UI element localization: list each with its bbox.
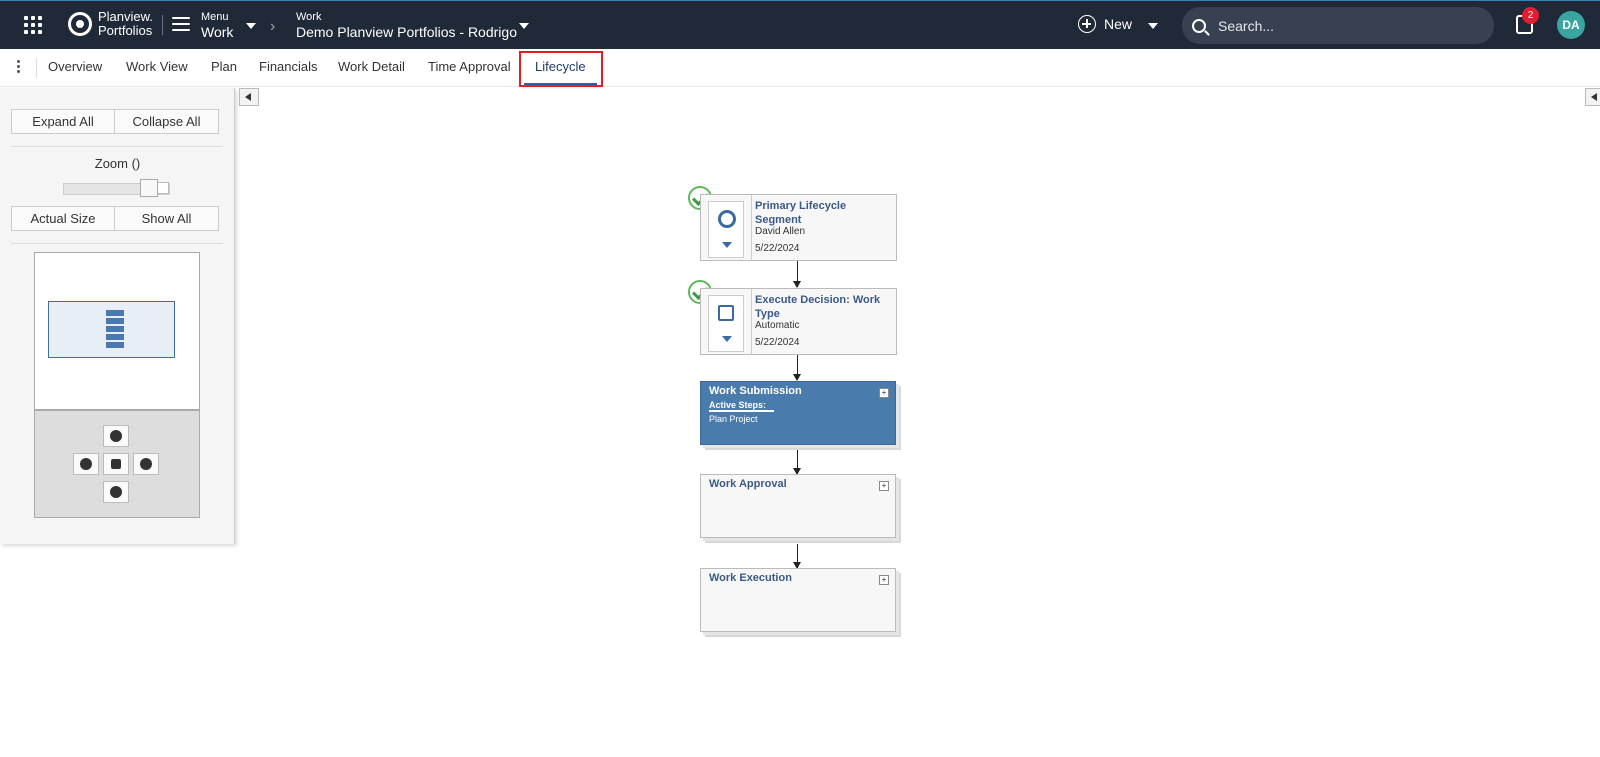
flow-arrow bbox=[793, 544, 801, 569]
phase-title: Work Execution bbox=[709, 572, 792, 584]
user-avatar[interactable]: DA bbox=[1557, 11, 1585, 39]
pan-down-button[interactable] bbox=[103, 481, 129, 503]
arrow-down-icon bbox=[110, 486, 122, 498]
overview-node bbox=[106, 326, 124, 332]
step-person: Automatic bbox=[755, 320, 800, 331]
step-title: Execute Decision: Work Type bbox=[755, 294, 881, 320]
menu-icon[interactable] bbox=[172, 17, 190, 33]
menu-big-label: Work bbox=[201, 24, 234, 40]
pan-home-button[interactable] bbox=[103, 453, 129, 475]
arrow-left-icon bbox=[80, 458, 92, 470]
active-steps-label: Active Steps: bbox=[709, 400, 774, 412]
work-small-label: Work bbox=[296, 11, 322, 23]
chevron-down-icon[interactable] bbox=[722, 242, 732, 248]
pan-navigation-pad bbox=[34, 410, 200, 518]
node-divider bbox=[751, 195, 752, 261]
tab-divider bbox=[36, 58, 37, 78]
collapse-all-button[interactable]: Collapse All bbox=[114, 109, 219, 134]
search-box[interactable] bbox=[1182, 7, 1494, 44]
overview-node bbox=[106, 310, 124, 316]
overview-node bbox=[106, 334, 124, 340]
app-launcher-grid-icon[interactable] bbox=[24, 16, 42, 34]
tab-financials[interactable]: Financials bbox=[259, 59, 318, 74]
tab-plan[interactable]: Plan bbox=[211, 59, 237, 74]
new-chevron-down-icon[interactable] bbox=[1148, 23, 1158, 29]
phase-work-submission[interactable]: Work Submission + Active Steps: Plan Pro… bbox=[700, 381, 896, 445]
logo-text: Planview. Portfolios bbox=[98, 10, 153, 38]
menu-chevron-down-icon[interactable] bbox=[246, 23, 256, 29]
pan-right-button[interactable] bbox=[133, 453, 159, 475]
overview-viewport-frame[interactable] bbox=[48, 301, 175, 358]
tab-overview[interactable]: Overview bbox=[48, 59, 102, 74]
work-chevron-down-icon[interactable] bbox=[519, 23, 529, 29]
new-button[interactable]: New bbox=[1078, 15, 1132, 33]
new-button-label: New bbox=[1104, 16, 1133, 32]
notification-badge: 2 bbox=[1522, 7, 1539, 24]
logo-divider bbox=[162, 15, 163, 35]
menu-small-label: Menu bbox=[201, 11, 229, 23]
overview-node bbox=[106, 318, 124, 324]
flow-arrow bbox=[793, 261, 801, 288]
phase-work-execution[interactable]: Work Execution + bbox=[700, 568, 896, 632]
work-breadcrumb[interactable]: Work Demo Planview Portfolios - Rodrigo bbox=[296, 11, 517, 41]
step-title: Primary Lifecycle Segment bbox=[755, 200, 847, 226]
step-icon-box[interactable] bbox=[708, 201, 744, 258]
lifecycle-step-primary-segment[interactable]: Primary Lifecycle Segment David Allen 5/… bbox=[700, 194, 897, 261]
collapse-left-panel-button[interactable] bbox=[239, 88, 259, 106]
breadcrumb-chevron-right-icon: › bbox=[270, 18, 276, 35]
planview-logo[interactable]: Planview. Portfolios bbox=[68, 10, 153, 38]
work-title: Demo Planview Portfolios - Rodrigo bbox=[296, 24, 517, 40]
logo-line-2: Portfolios bbox=[98, 23, 153, 38]
expand-plus-icon[interactable]: + bbox=[879, 388, 889, 398]
phase-title: Work Approval bbox=[709, 478, 787, 490]
lifecycle-tab-highlight bbox=[519, 51, 603, 87]
expand-plus-icon[interactable]: + bbox=[879, 481, 889, 491]
panel-divider bbox=[11, 146, 223, 147]
flow-arrow bbox=[793, 355, 801, 381]
zoom-label: Zoom () bbox=[94, 156, 141, 171]
plus-circle-icon bbox=[1078, 15, 1096, 33]
zoom-slider-end bbox=[157, 182, 169, 194]
expand-plus-icon[interactable]: + bbox=[879, 575, 889, 585]
circle-step-icon bbox=[718, 210, 736, 228]
zoom-slider-thumb[interactable] bbox=[140, 179, 158, 197]
panel-divider bbox=[11, 243, 223, 244]
active-step-link[interactable]: Plan Project bbox=[709, 414, 758, 424]
step-icon-box[interactable] bbox=[708, 295, 744, 352]
chevron-down-icon[interactable] bbox=[722, 336, 732, 342]
actual-size-button[interactable]: Actual Size bbox=[11, 206, 115, 231]
node-divider bbox=[751, 289, 752, 355]
pan-left-button[interactable] bbox=[73, 453, 99, 475]
tab-work-view[interactable]: Work View bbox=[126, 59, 188, 74]
phase-work-approval[interactable]: Work Approval + bbox=[700, 474, 896, 538]
flow-arrow bbox=[793, 450, 801, 475]
collapse-right-panel-button[interactable] bbox=[1585, 88, 1600, 106]
top-navigation-bar: Planview. Portfolios Menu Work › Work De… bbox=[0, 0, 1600, 49]
lifecycle-step-execute-decision[interactable]: Execute Decision: Work Type Automatic 5/… bbox=[700, 288, 897, 355]
search-input[interactable] bbox=[1218, 17, 1478, 34]
overview-node bbox=[106, 342, 124, 348]
tab-bar: Overview Work View Plan Financials Work … bbox=[0, 49, 1600, 87]
tab-work-detail[interactable]: Work Detail bbox=[338, 59, 405, 74]
phase-title: Work Submission bbox=[709, 385, 802, 397]
step-person: David Allen bbox=[755, 226, 806, 237]
diagram-overview-map[interactable] bbox=[34, 252, 200, 410]
arrow-up-icon bbox=[110, 430, 122, 442]
search-icon bbox=[1192, 18, 1206, 33]
pan-up-button[interactable] bbox=[103, 425, 129, 447]
tab-time-approval[interactable]: Time Approval bbox=[428, 59, 511, 74]
menu-dropdown[interactable]: Menu Work bbox=[201, 11, 233, 41]
more-options-kebab-icon[interactable] bbox=[17, 60, 21, 75]
home-icon bbox=[111, 459, 121, 469]
show-all-button[interactable]: Show All bbox=[114, 206, 219, 231]
logo-line-1: Planview. bbox=[98, 9, 153, 24]
planview-logo-icon bbox=[68, 12, 92, 36]
step-date: 5/22/2024 bbox=[755, 337, 800, 348]
navigation-panel: Expand All Collapse All Zoom () Actual S… bbox=[0, 88, 235, 544]
arrow-right-icon bbox=[140, 458, 152, 470]
step-date: 5/22/2024 bbox=[755, 243, 800, 254]
edit-icon bbox=[718, 305, 734, 321]
expand-all-button[interactable]: Expand All bbox=[11, 109, 115, 134]
